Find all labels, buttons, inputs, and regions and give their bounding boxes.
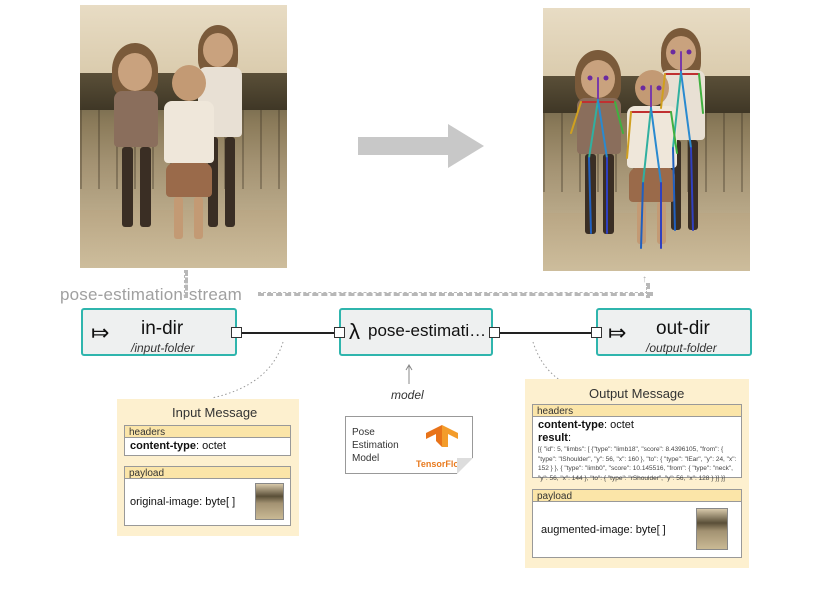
pose-estimation-title: pose-estimati… bbox=[368, 321, 487, 340]
output-headers-body: content-type: octet result: [{ "id": 5, … bbox=[532, 417, 742, 482]
card-fold-corner bbox=[457, 458, 473, 474]
pose-estimation-input-port[interactable] bbox=[334, 327, 345, 338]
wire-in-to-proc bbox=[241, 332, 339, 334]
output-payload-thumbnail bbox=[696, 508, 728, 550]
output-payload-body: augmented-image: byte[ ] bbox=[532, 502, 742, 558]
pose-estimation-node[interactable]: λ pose-estimati… bbox=[339, 308, 493, 356]
input-image bbox=[80, 5, 287, 268]
model-label: model bbox=[391, 388, 424, 402]
input-payload-label: payload bbox=[124, 466, 291, 479]
pose-estimation-output-port[interactable] bbox=[489, 327, 500, 338]
input-payload-body: original-image: byte[ ] bbox=[124, 479, 291, 526]
out-dir-subtitle: /output-folder bbox=[646, 341, 717, 355]
stream-label: pose-estimation-stream bbox=[60, 285, 243, 304]
wire-proc-to-out bbox=[497, 332, 596, 334]
input-payload-text: original-image: byte[ ] bbox=[130, 496, 236, 508]
source-arrow-icon: ⤇ bbox=[91, 320, 110, 345]
model-card: Pose Estimation Model TensorFlow bbox=[345, 416, 473, 474]
output-message-title: Output Message bbox=[589, 386, 685, 401]
model-card-line-3: Model bbox=[352, 453, 380, 464]
input-headers-body: content-type: octet bbox=[124, 438, 291, 456]
output-message-box: Output Message headers content-type: oct… bbox=[525, 379, 749, 568]
output-result-json: [{ "id": 5, "limbs": [ {"type": "limb18"… bbox=[538, 446, 737, 482]
pose-skeleton-overlay bbox=[570, 49, 704, 249]
input-message-title: Input Message bbox=[172, 405, 258, 420]
input-headers-label: headers bbox=[124, 425, 291, 438]
in-dir-subtitle: /input-folder bbox=[131, 341, 195, 355]
transform-arrow-icon bbox=[448, 124, 484, 168]
out-dir-input-port[interactable] bbox=[591, 327, 602, 338]
sink-arrow-icon: ⤇ bbox=[608, 320, 627, 345]
transform-arrow-body bbox=[358, 137, 450, 155]
lambda-icon: λ bbox=[349, 319, 360, 344]
out-dir-title: out-dir bbox=[656, 318, 710, 339]
input-content-type: content-type: octet bbox=[130, 440, 226, 452]
output-content-type: content-type: octet bbox=[538, 419, 634, 431]
stream-dash-line bbox=[258, 292, 653, 296]
in-dir-output-port[interactable] bbox=[231, 327, 242, 338]
in-dir-title: in-dir bbox=[141, 318, 184, 339]
output-payload-label: payload bbox=[532, 489, 742, 502]
output-image bbox=[543, 8, 750, 271]
model-card-line-1: Pose bbox=[352, 427, 375, 438]
stream-arrow-icon: ↑ bbox=[642, 274, 647, 285]
input-message-box: Input Message headers content-type: octe… bbox=[117, 399, 299, 536]
model-card-line-2: Estimation bbox=[352, 440, 399, 451]
tensorflow-logo-icon bbox=[426, 425, 458, 447]
stream-dash-input bbox=[184, 270, 188, 298]
output-result-key: result: bbox=[538, 432, 572, 444]
output-payload-text: augmented-image: byte[ ] bbox=[541, 524, 666, 536]
input-payload-thumbnail bbox=[255, 483, 284, 520]
in-dir-node[interactable]: ⤇ in-dir /input-folder bbox=[81, 308, 237, 356]
stream-dash-output bbox=[646, 283, 650, 298]
out-dir-node[interactable]: ⤇ out-dir /output-folder bbox=[596, 308, 752, 356]
output-headers-label: headers bbox=[532, 404, 742, 417]
